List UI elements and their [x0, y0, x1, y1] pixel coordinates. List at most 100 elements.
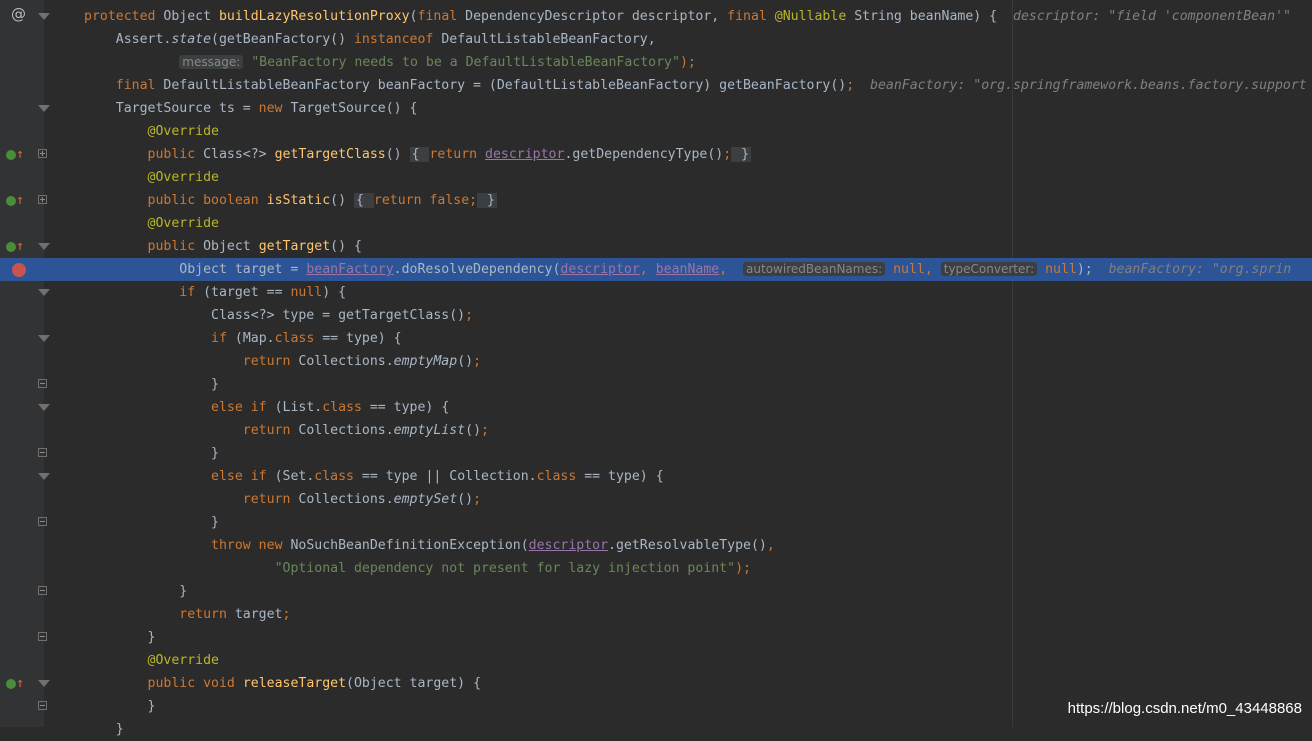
- code-token: (): [457, 354, 474, 369]
- fold-end-icon[interactable]: [38, 586, 47, 595]
- code-line[interactable]: }: [0, 580, 1312, 603]
- code-token: {: [409, 147, 430, 162]
- code-text: }: [84, 373, 219, 396]
- code-token: class: [322, 400, 370, 415]
- code-line[interactable]: else if (Set.class == type || Collection…: [0, 465, 1312, 488]
- override-method-icon[interactable]: ↑: [5, 146, 25, 163]
- code-text: @Override: [84, 166, 219, 189]
- code-line[interactable]: @Override: [0, 212, 1312, 235]
- code-token: ,: [639, 262, 656, 277]
- code-token: Collections.: [298, 492, 394, 507]
- code-line[interactable]: public Class<?> getTargetClass() { retur…: [0, 143, 1312, 166]
- code-token: ) {: [322, 285, 347, 300]
- fold-end-icon[interactable]: [38, 379, 47, 388]
- code-line[interactable]: }: [0, 626, 1312, 649]
- fold-expanded-icon[interactable]: [38, 105, 50, 112]
- code-text: @Override: [84, 649, 219, 672]
- code-line[interactable]: if (Map.class == type) {: [0, 327, 1312, 350]
- override-method-icon[interactable]: ↑: [5, 192, 25, 209]
- code-token: else if: [211, 469, 275, 484]
- code-line[interactable]: return target;: [0, 603, 1312, 626]
- code-line[interactable]: return Collections.emptyMap();: [0, 350, 1312, 373]
- code-line[interactable]: public Object getTarget() {↑: [0, 235, 1312, 258]
- code-token: if: [179, 285, 204, 300]
- code-text: public Class<?> getTargetClass() { retur…: [84, 143, 752, 166]
- fold-collapsed-icon[interactable]: [38, 149, 47, 158]
- code-text: protected Object buildLazyResolutionProx…: [84, 5, 1291, 28]
- code-token[interactable]: beanName: [656, 262, 720, 277]
- fold-expanded-icon[interactable]: [38, 473, 50, 480]
- fold-end-icon[interactable]: [38, 701, 47, 710]
- code-token: {: [353, 193, 374, 208]
- code-text: return Collections.emptyList();: [84, 419, 489, 442]
- fold-expanded-icon[interactable]: [38, 335, 50, 342]
- fold-expanded-icon[interactable]: [38, 243, 50, 250]
- code-line[interactable]: }: [0, 511, 1312, 534]
- code-token: (List.: [274, 400, 323, 415]
- code-line[interactable]: else if (List.class == type) {: [0, 396, 1312, 419]
- code-token: (Object target) {: [346, 676, 482, 691]
- code-line[interactable]: if (target == null) {: [0, 281, 1312, 304]
- code-line[interactable]: final DefaultListableBeanFactory beanFac…: [0, 74, 1312, 97]
- code-token: }: [84, 446, 219, 461]
- override-method-icon[interactable]: ↑: [5, 238, 25, 255]
- fold-end-icon[interactable]: [38, 448, 47, 457]
- code-text: return target;: [84, 603, 290, 626]
- code-token[interactable]: descriptor: [485, 147, 564, 162]
- code-token: }: [84, 699, 156, 714]
- code-line[interactable]: TargetSource ts = new TargetSource() {: [0, 97, 1312, 120]
- code-token[interactable]: beanFactory: [306, 262, 393, 277]
- code-line[interactable]: @Override: [0, 649, 1312, 672]
- fold-expanded-icon[interactable]: [38, 680, 50, 687]
- code-token: ,: [719, 262, 744, 277]
- code-line[interactable]: @Override: [0, 120, 1312, 143]
- execution-point-line[interactable]: Object target = beanFactory.doResolveDep…: [0, 258, 1312, 281]
- code-line[interactable]: message: "BeanFactory needs to be a Defa…: [0, 51, 1312, 74]
- code-token: if: [211, 331, 235, 346]
- code-line[interactable]: public boolean isStatic() { return false…: [0, 189, 1312, 212]
- code-line[interactable]: return Collections.emptyList();: [0, 419, 1312, 442]
- code-line[interactable]: }: [0, 373, 1312, 396]
- code-token: releaseTarget: [242, 676, 347, 691]
- code-line[interactable]: return Collections.emptySet();: [0, 488, 1312, 511]
- code-token: );: [735, 561, 751, 576]
- code-token: TargetSource() {: [290, 101, 418, 116]
- fold-expanded-icon[interactable]: [38, 404, 50, 411]
- fold-collapsed-icon[interactable]: [38, 195, 47, 204]
- code-text: public boolean isStatic() { return false…: [84, 189, 497, 212]
- code-token: (getBeanFactory(): [211, 32, 354, 47]
- code-text: Object target = beanFactory.doResolveDep…: [84, 258, 1291, 281]
- code-line[interactable]: @Override: [0, 166, 1312, 189]
- code-line[interactable]: public void releaseTarget(Object target)…: [0, 672, 1312, 695]
- code-token: public: [147, 239, 204, 254]
- breakpoint-icon[interactable]: [12, 263, 26, 277]
- code-line[interactable]: Assert.state(getBeanFactory() instanceof…: [0, 28, 1312, 51]
- code-line[interactable]: }: [0, 718, 1312, 741]
- code-line[interactable]: }: [0, 442, 1312, 465]
- fold-expanded-icon[interactable]: [38, 13, 50, 20]
- code-token[interactable]: descriptor: [560, 262, 639, 277]
- code-token: instanceof: [353, 32, 442, 47]
- code-token[interactable]: descriptor: [529, 538, 608, 553]
- fold-expanded-icon[interactable]: [38, 289, 50, 296]
- fold-end-icon[interactable]: [38, 517, 47, 526]
- code-token: @Nullable: [774, 9, 855, 24]
- code-token: == type || Collection.: [361, 469, 537, 484]
- override-method-icon[interactable]: ↑: [5, 675, 25, 692]
- code-editor[interactable]: protected Object buildLazyResolutionProx…: [0, 0, 1312, 737]
- code-line[interactable]: "Optional dependency not present for laz…: [0, 557, 1312, 580]
- code-text: if (target == null) {: [84, 281, 346, 304]
- fold-end-icon[interactable]: [38, 632, 47, 641]
- code-token: class: [274, 331, 323, 346]
- code-line[interactable]: protected Object buildLazyResolutionProx…: [0, 5, 1312, 28]
- code-token: getTargetClass: [274, 147, 386, 162]
- code-token: isStatic: [266, 193, 331, 208]
- code-line[interactable]: throw new NoSuchBeanDefinitionException(…: [0, 534, 1312, 557]
- code-token: (: [409, 9, 418, 24]
- code-token: (): [330, 193, 354, 208]
- code-line[interactable]: Class<?> type = getTargetClass();: [0, 304, 1312, 327]
